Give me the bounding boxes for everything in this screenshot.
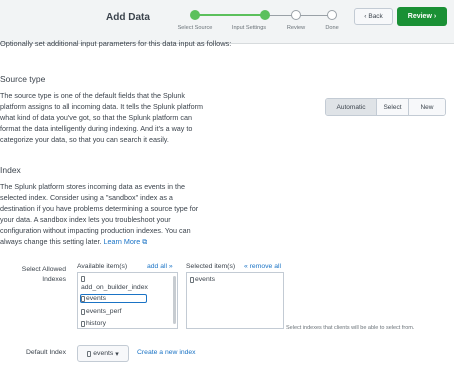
step-dot-input-settings <box>260 10 270 20</box>
back-button[interactable]: ‹ Back <box>354 8 393 25</box>
step-label-select-source: Select Source <box>177 25 213 31</box>
source-type-heading: Source type <box>0 74 46 84</box>
caret-down-icon: ▾ <box>115 350 119 358</box>
list-item[interactable]: events <box>190 276 215 283</box>
select-allowed-indexes-label: Select Allowed Indexes <box>0 266 66 283</box>
index-icon <box>81 320 85 327</box>
source-type-line: categorize your data, so that you can se… <box>0 135 169 144</box>
page-title: Add Data <box>106 12 150 23</box>
index-line-text: always change this setting later. <box>0 237 102 246</box>
default-index-value: events <box>93 350 114 357</box>
list-scrollbar[interactable] <box>173 276 176 324</box>
source-type-line: platform assigns to all incoming data. I… <box>0 102 203 111</box>
source-type-option-new[interactable]: New <box>409 99 445 115</box>
source-type-option-select[interactable]: Select <box>377 99 409 115</box>
wizard-line-done <box>195 14 265 16</box>
selected-items-list[interactable]: events <box>186 272 284 329</box>
index-line: destination if you have problems determi… <box>0 204 199 213</box>
list-item-label: add_on_builder_index <box>81 284 148 291</box>
list-item-label: events <box>195 276 216 283</box>
index-icon <box>81 308 85 315</box>
create-new-index-link[interactable]: Create a new index <box>137 349 196 356</box>
default-index-label: Default Index <box>25 349 66 356</box>
step-dot-select-source <box>190 10 200 20</box>
index-line: always change this setting later. Learn … <box>0 236 240 247</box>
list-item[interactable]: add_on_builder_index <box>81 276 148 291</box>
source-type-description: The source type is one of the default fi… <box>0 90 240 145</box>
list-item[interactable]: events_perf <box>81 308 122 315</box>
add-all-link[interactable]: add all » <box>147 263 173 270</box>
back-button-label: Back <box>368 13 383 20</box>
index-icon <box>81 276 85 282</box>
list-item-label: events <box>86 295 107 302</box>
index-icon <box>81 295 85 302</box>
step-label-done: Done <box>325 25 339 31</box>
chevron-left-icon: ‹ <box>364 13 367 20</box>
available-items-header: Available item(s) <box>77 263 128 270</box>
index-line: The Splunk platform stores incoming data… <box>0 182 185 191</box>
index-line: configuration without impacting producti… <box>0 226 191 235</box>
index-icon <box>87 350 92 357</box>
index-description: The Splunk platform stores incoming data… <box>0 181 240 247</box>
external-link-icon: ⧉ <box>142 237 148 246</box>
source-type-line: format the data intelligently during ind… <box>0 124 193 133</box>
wizard-header: Add Data Select Source Input Settings Re… <box>0 0 454 44</box>
source-type-line: what kind of data you've got, so that th… <box>0 113 192 122</box>
list-item[interactable]: events <box>80 294 148 303</box>
learn-more-link[interactable]: Learn More ⧉ <box>103 237 147 246</box>
list-item-label: history <box>86 320 107 327</box>
intro-text: Optionally set additional input paramete… <box>0 39 232 48</box>
learn-more-label: Learn More <box>103 237 141 246</box>
list-item-label: events_perf <box>86 308 122 315</box>
source-type-option-automatic[interactable]: Automatic <box>326 99 377 115</box>
remove-all-link[interactable]: « remove all <box>244 263 281 270</box>
source-type-segmented-control: Automatic Select New <box>325 98 446 116</box>
review-button[interactable]: Review › <box>397 7 447 26</box>
selected-items-header: Selected item(s) <box>186 263 236 270</box>
allowed-label-line: Indexes <box>42 276 66 283</box>
index-line: your data. A sandbox index lets you trou… <box>0 215 171 224</box>
allowed-label-line: Select Allowed <box>21 266 66 273</box>
allowed-indexes-hint: Select indexes that clients will be able… <box>286 325 415 331</box>
list-item[interactable]: history <box>81 320 106 327</box>
index-icon <box>190 276 194 283</box>
step-dot-done <box>327 10 337 20</box>
default-index-dropdown[interactable]: events ▾ <box>77 345 129 362</box>
source-type-line: The source type is one of the default fi… <box>0 91 185 100</box>
step-dot-review <box>291 10 301 20</box>
chevron-right-icon: › <box>433 13 437 20</box>
index-line: selected index. Consider using a "sandbo… <box>0 193 173 202</box>
index-heading: Index <box>0 165 21 175</box>
review-button-label: Review <box>407 13 432 20</box>
available-items-list[interactable]: add_on_builder_index events events_perf … <box>77 272 178 329</box>
